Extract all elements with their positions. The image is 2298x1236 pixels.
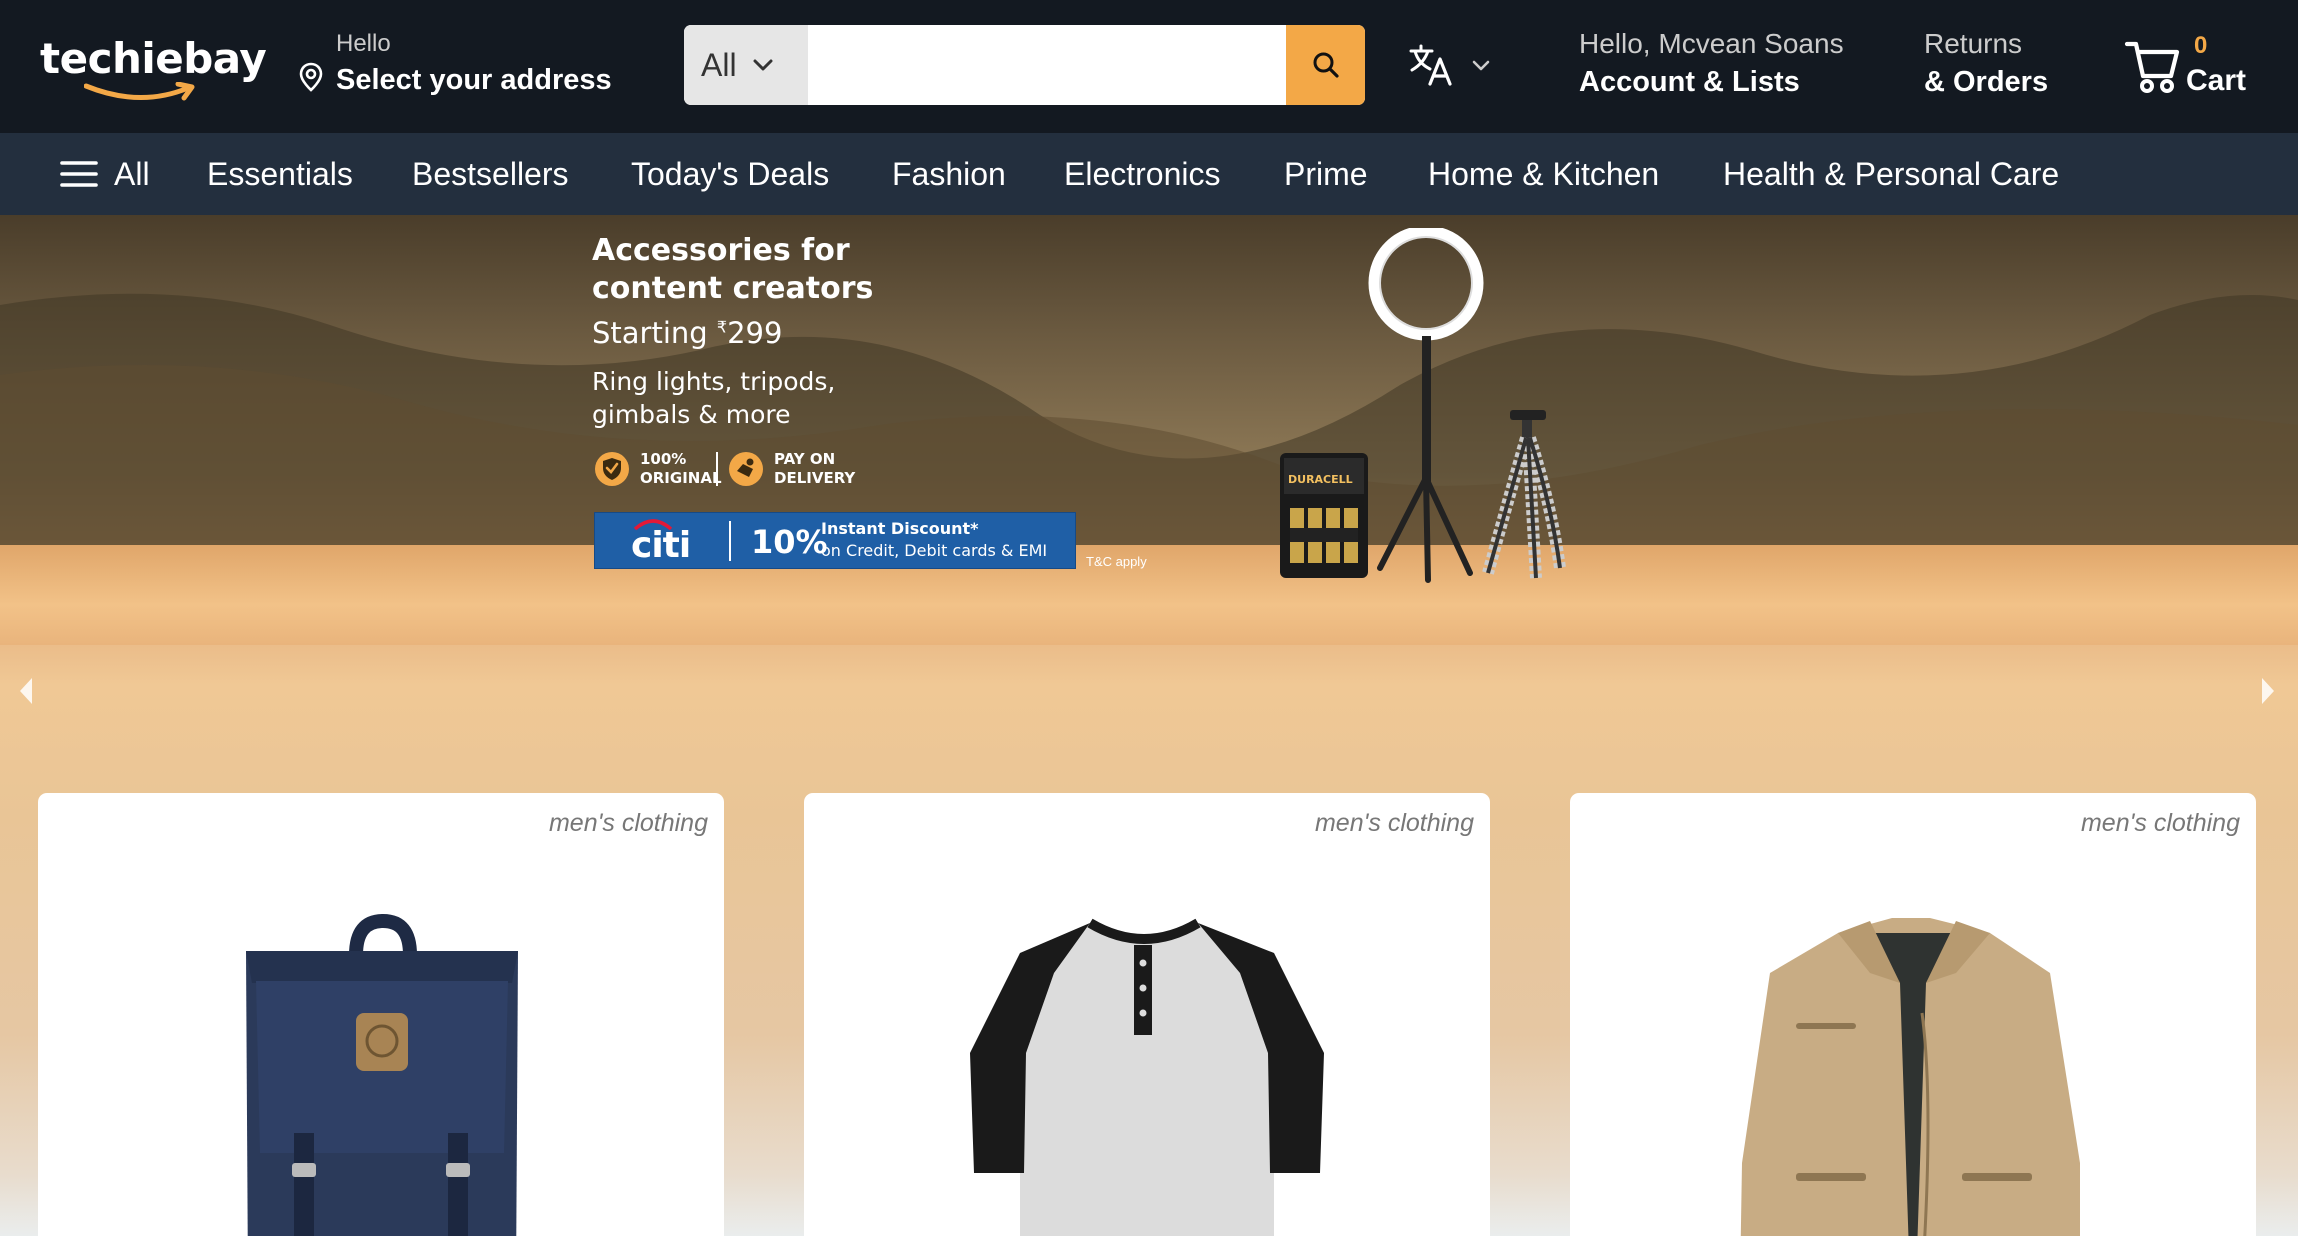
badge-divider <box>716 452 718 486</box>
banner-description: Ring lights, tripods, gimbals & more <box>592 365 835 431</box>
product-category: men's clothing <box>1314 809 1474 837</box>
cotton-jacket-image <box>1740 918 2080 1236</box>
citi-divider <box>729 521 731 561</box>
logo-text: techiebay <box>40 34 267 83</box>
original-badge: 100% ORIGINAL <box>594 450 722 488</box>
product-card[interactable]: men's clothing <box>804 793 1490 1236</box>
banner-desc-line2: gimbals & more <box>592 400 791 429</box>
nav-item-bestsellers[interactable]: Bestsellers <box>412 133 569 215</box>
badge1-line2: ORIGINAL <box>640 469 722 487</box>
cash-hand-icon <box>729 452 763 486</box>
banner-title-line2: content creators <box>592 271 874 306</box>
badge2-line1: PAY ON <box>774 450 836 468</box>
battery-brand-text: DURACELL <box>1288 473 1353 486</box>
citi-logo: citi <box>631 525 691 566</box>
discount-percent: 10% <box>751 523 828 561</box>
product-card[interactable]: men's clothing <box>1570 793 2256 1236</box>
address-greeting: Hello <box>336 30 391 57</box>
location-pin-icon <box>299 62 323 92</box>
product-card[interactable]: men's clothing <box>38 793 724 1236</box>
cart-count: 0 <box>2194 32 2208 59</box>
mountain-background <box>0 293 2298 555</box>
nav-item-home-kitchen[interactable]: Home & Kitchen <box>1428 133 1659 215</box>
category-nav: All Essentials Bestsellers Today's Deals… <box>0 133 2298 215</box>
nav-item-essentials[interactable]: Essentials <box>207 133 353 215</box>
account-greeting: Hello, Mcvean Soans <box>1579 28 1844 59</box>
nav-item-prime[interactable]: Prime <box>1284 133 1368 215</box>
nav-item-todays-deals[interactable]: Today's Deals <box>631 133 829 215</box>
citi-arc-icon <box>633 519 673 531</box>
badge1-line1: 100% <box>640 450 687 468</box>
smile-arrow-icon <box>84 82 195 101</box>
site-logo[interactable]: techiebay <box>40 34 267 110</box>
price-prefix: Starting <box>592 316 717 350</box>
carousel-next-icon[interactable] <box>2260 676 2276 706</box>
currency-symbol: ₹ <box>716 317 728 337</box>
search-button[interactable] <box>1286 25 1365 105</box>
chevron-down-icon <box>1472 60 1490 70</box>
banner-title: Accessories for content creators <box>592 232 873 308</box>
shield-check-icon <box>595 452 629 486</box>
returns-orders[interactable]: Returns & Orders <box>1924 28 2048 99</box>
nav-all-label: All <box>114 155 150 192</box>
search-input[interactable] <box>808 25 1270 105</box>
hamburger-menu-icon <box>60 161 98 187</box>
ring-light-tripod-image: DURACELL <box>1280 228 1566 583</box>
cart-button[interactable]: 0 Cart <box>2124 30 2254 102</box>
search-category-select[interactable]: All <box>684 25 808 105</box>
pay-on-delivery-badge: PAY ON DELIVERY <box>728 450 855 488</box>
nav-item-health-personal-care[interactable]: Health & Personal Care <box>1723 133 2059 215</box>
top-header: techiebay Hello Select your address All <box>0 0 2298 133</box>
search-category-label: All <box>701 46 737 83</box>
banner-price: Starting ₹299 <box>592 316 782 350</box>
banner-title-line1: Accessories for <box>592 233 850 268</box>
discount-line1: Instant Discount* <box>821 519 979 538</box>
backpack-image <box>246 913 518 1236</box>
product-category: men's clothing <box>548 809 708 837</box>
badge2-line2: DELIVERY <box>774 469 856 487</box>
wooden-table <box>0 545 2298 645</box>
cart-label: Cart <box>2186 64 2247 97</box>
address-label: Select your address <box>336 64 612 96</box>
language-selector[interactable] <box>1408 40 1490 90</box>
bank-offer-strip: citi 10% Instant Discount* on Credit, De… <box>594 512 1076 569</box>
terms-conditions: T&C apply <box>1086 554 1147 569</box>
price-value: 299 <box>727 316 783 350</box>
translate-icon <box>1409 44 1452 86</box>
search-bar: All <box>684 25 1365 105</box>
nav-all-menu[interactable]: All <box>60 133 150 215</box>
banner-desc-line1: Ring lights, tripods, <box>592 367 836 396</box>
nav-item-electronics[interactable]: Electronics <box>1064 133 1221 215</box>
nav-item-fashion[interactable]: Fashion <box>892 133 1006 215</box>
product-category: men's clothing <box>2080 809 2240 837</box>
raglan-henley-shirt-image <box>970 918 1324 1236</box>
discount-line2: on Credit, Debit cards & EMI <box>821 541 1048 560</box>
orders-label: & Orders <box>1924 66 2049 98</box>
returns-label: Returns <box>1924 28 2023 59</box>
account-lists[interactable]: Hello, Mcvean Soans Account & Lists <box>1579 28 1844 99</box>
cart-icon <box>2124 41 2180 93</box>
carousel-prev-icon[interactable] <box>18 676 34 706</box>
chevron-down-icon <box>753 59 773 71</box>
search-icon <box>1313 52 1339 78</box>
account-label: Account & Lists <box>1579 66 1800 98</box>
